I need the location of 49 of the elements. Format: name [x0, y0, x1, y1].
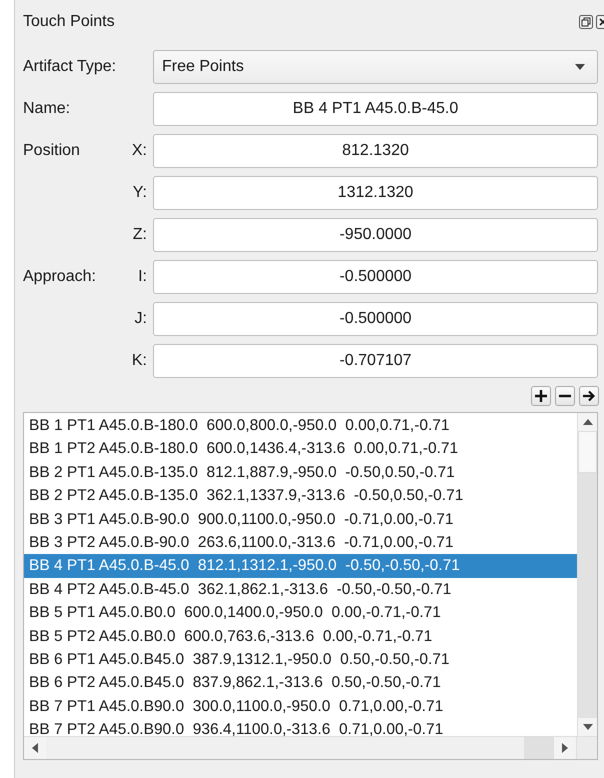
panel-title: Touch Points: [23, 13, 115, 31]
list-item[interactable]: BB 3 PT1 A45.0.B-90.0 900.0,1100.0,-950.0 -0.71,0.00,-0.71: [24, 508, 577, 531]
next-button[interactable]: [579, 386, 599, 406]
list-item[interactable]: BB 6 PT1 A45.0.B45.0 387.9,1312.1,-950.0 0.50,-0.50,-0.71: [24, 648, 577, 672]
list-item[interactable]: BB 1 PT2 A45.0.B-180.0 600.0,1436.4,-313.6 0.00,0.71,-0.71: [24, 437, 577, 461]
scrollbar-thumb[interactable]: [524, 737, 554, 759]
scroll-up-icon[interactable]: [582, 419, 592, 425]
group-label: Approach:: [23, 268, 96, 286]
plus-icon: [535, 390, 547, 402]
axis-label: Z:: [132, 226, 147, 244]
coordinate-field[interactable]: -0.500000: [153, 302, 598, 336]
scroll-down-icon[interactable]: [582, 724, 592, 730]
list-item[interactable]: BB 4 PT2 A45.0.B-45.0 362.1,862.1,-313.6 -0.50,-0.50,-0.71: [24, 578, 577, 602]
artifact-type-dropdown[interactable]: Free Points: [153, 50, 598, 84]
coordinate-field[interactable]: -950.0000: [153, 218, 598, 252]
name-field[interactable]: BB 4 PT1 A45.0.B-45.0: [153, 92, 598, 126]
scroll-right-icon[interactable]: [562, 743, 568, 753]
vertical-scrollbar[interactable]: [577, 413, 597, 736]
axis-label: J:: [134, 310, 147, 328]
arrow-right-icon: [583, 390, 595, 402]
scrollbar-corner: [576, 737, 597, 759]
list-item[interactable]: BB 5 PT1 A45.0.B0.0 600.0,1400.0,-950.0 0.00,-0.71,-0.71: [24, 601, 577, 625]
axis-label: I:: [138, 268, 147, 286]
list-item[interactable]: BB 5 PT2 A45.0.B0.0 600.0,763.6,-313.6 0.00,-0.71,-0.71: [24, 624, 577, 648]
list-item[interactable]: BB 7 PT1 A45.0.B90.0 300.0,1100.0,-950.0 0.71,0.00,-0.71: [24, 694, 577, 718]
field-label: Artifact Type:: [23, 58, 118, 76]
field-label: Name:: [23, 100, 72, 118]
coordinate-field[interactable]: 1312.1320: [153, 176, 598, 210]
axis-label: K:: [132, 352, 147, 370]
axis-label: X:: [132, 142, 147, 160]
list-item[interactable]: BB 7 PT2 A45.0.B90.0 936.4,1100.0,-313.6 0.71,0.00,-0.71: [24, 718, 577, 736]
list-item[interactable]: BB 2 PT1 A45.0.B-135.0 812.1,887.9,-950.0 -0.50,0.50,-0.71: [24, 460, 577, 484]
axis-label: Y:: [132, 184, 147, 202]
list-item[interactable]: BB 4 PT1 A45.0.B-45.0 812.1,1312.1,-950.0 -0.50,-0.50,-0.71: [24, 554, 577, 578]
scroll-left-icon[interactable]: [32, 743, 38, 753]
coordinate-field[interactable]: -0.500000: [153, 260, 598, 294]
coordinate-field[interactable]: 812.1320: [153, 134, 598, 168]
scrollbar-thumb[interactable]: [578, 431, 597, 473]
list-item[interactable]: BB 1 PT1 A45.0.B-180.0 600.0,800.0,-950.0 0.00,0.71,-0.71: [24, 414, 577, 438]
list-item[interactable]: BB 3 PT2 A45.0.B-90.0 263.6,1100.0,-313.6 -0.71,0.00,-0.71: [24, 530, 577, 554]
horizontal-scrollbar[interactable]: [24, 736, 597, 759]
list-item[interactable]: BB 2 PT2 A45.0.B-135.0 362.1,1337.9,-313.6 -0.50,0.50,-0.71: [24, 484, 577, 508]
float-icon[interactable]: [579, 15, 593, 29]
list-item[interactable]: BB 6 PT2 A45.0.B45.0 837.9,862.1,-313.6 0.50,-0.50,-0.71: [24, 671, 577, 695]
remove-button[interactable]: [555, 386, 575, 406]
dropdown-arrow-icon: [575, 64, 585, 70]
group-label: Position: [23, 142, 80, 160]
add-button[interactable]: [531, 386, 551, 406]
coordinate-field[interactable]: -0.707107: [153, 344, 598, 378]
